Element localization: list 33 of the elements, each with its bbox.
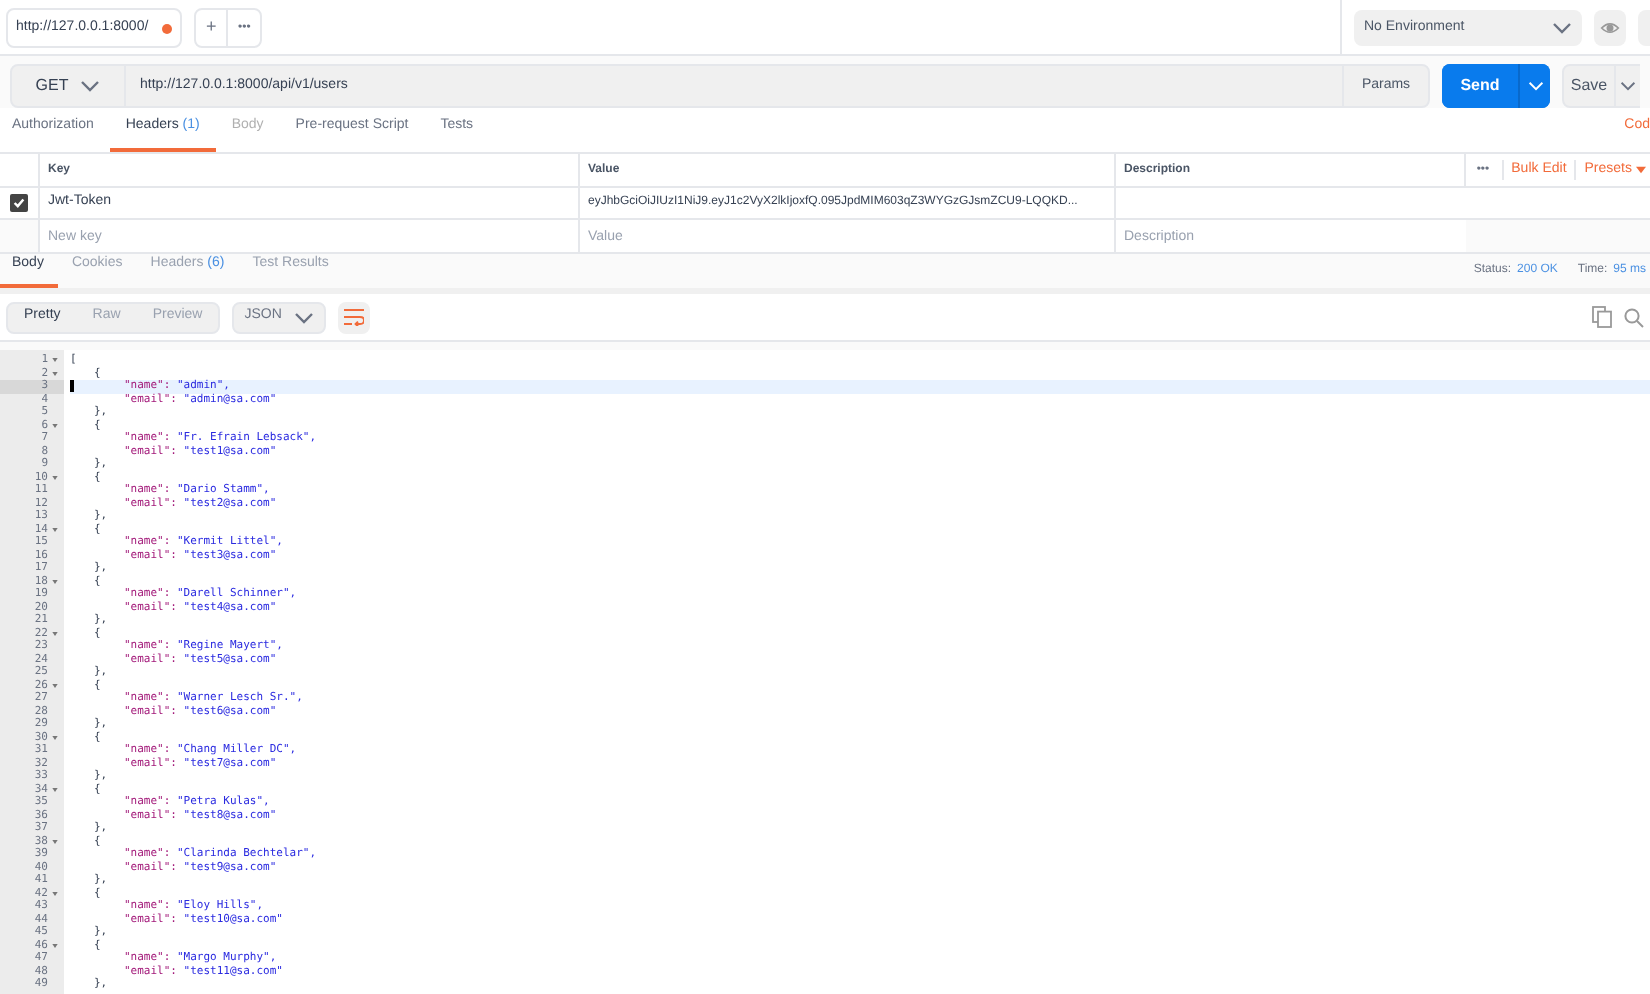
chevron-down-icon: [1620, 78, 1636, 94]
checkbox[interactable]: [10, 194, 28, 212]
fold-arrow-icon[interactable]: [52, 475, 58, 480]
fold-arrow-icon[interactable]: [52, 579, 58, 584]
checkmark-icon: [12, 196, 26, 210]
fold-arrow-icon[interactable]: [52, 358, 58, 363]
fold-arrow-icon[interactable]: [52, 423, 58, 428]
fold-arrow-icon[interactable]: [52, 527, 58, 532]
chevron-down-icon: [293, 307, 314, 327]
chevron-down-icon: [1552, 18, 1572, 38]
text-cursor: [70, 380, 74, 393]
fold-arrow-icon[interactable]: [52, 787, 58, 792]
copy-icon[interactable]: [1592, 306, 1612, 328]
fold-arrow-icon[interactable]: [52, 683, 58, 688]
fold-arrow-icon[interactable]: [52, 839, 58, 844]
chevron-down-icon: [1527, 78, 1543, 94]
fold-arrow-icon[interactable]: [52, 735, 58, 740]
wrap-lines-button[interactable]: [337, 301, 370, 333]
method-dropdown[interactable]: GET: [10, 64, 126, 108]
fold-arrow-icon[interactable]: [52, 943, 58, 948]
save-button[interactable]: Save: [1562, 64, 1616, 108]
wrap-lines-icon: [343, 308, 364, 326]
send-options-button[interactable]: [1518, 64, 1550, 108]
search-icon[interactable]: [1624, 307, 1644, 327]
chevron-down-icon: [80, 76, 101, 96]
fold-arrow-icon[interactable]: [52, 631, 58, 636]
fold-arrow-icon[interactable]: [52, 891, 58, 896]
environment-quick-look-button[interactable]: [1594, 10, 1626, 46]
eye-icon: [1600, 20, 1620, 36]
caret-down-icon: [1636, 166, 1646, 174]
fold-arrow-icon[interactable]: [52, 371, 58, 376]
new-tab-button[interactable]: +: [196, 10, 229, 46]
save-options-button[interactable]: [1616, 64, 1640, 108]
